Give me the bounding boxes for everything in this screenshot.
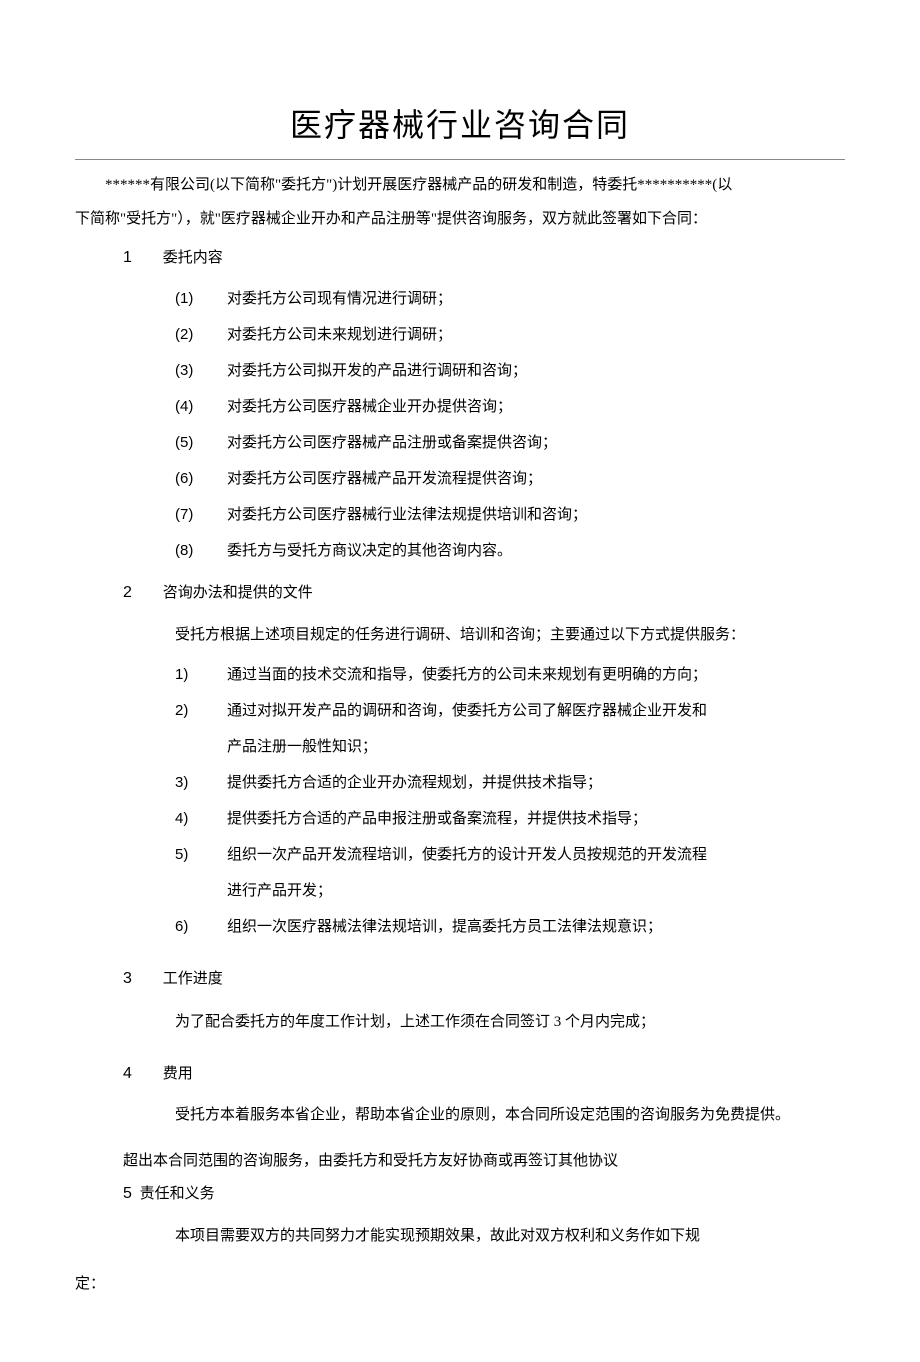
s1-item-7: (7)对委托方公司医疗器械行业法律法规提供培训和咨询； <box>75 497 845 533</box>
section-4-body2: 超出本合同范围的咨询服务，由委托方和受托方友好协商或再签订其他协议 <box>75 1145 845 1178</box>
section-3-num: 3 <box>123 961 159 996</box>
s1-item-1: (1)对委托方公司现有情况进行调研； <box>75 281 845 317</box>
s1-item-5-text: 对委托方公司医疗器械产品注册或备案提供咨询； <box>227 425 557 461</box>
s2-item-3-text: 提供委托方合适的企业开办流程规划，并提供技术指导； <box>227 765 602 801</box>
section-2-num: 2 <box>123 575 159 610</box>
title-divider <box>75 159 845 160</box>
s1-item-8-text: 委托方与受托方商议决定的其他咨询内容。 <box>227 533 512 569</box>
s1-item-8: (8)委托方与受托方商议决定的其他咨询内容。 <box>75 533 845 569</box>
section-4-header: 4 费用 <box>75 1056 845 1091</box>
s1-item-8-num: (8) <box>175 533 227 569</box>
s1-item-6: (6)对委托方公司医疗器械产品开发流程提供咨询； <box>75 461 845 497</box>
section-5-title: 责任和义务 <box>140 1186 215 1202</box>
section-2-header: 2 咨询办法和提供的文件 <box>75 575 845 610</box>
intro-line-1: ******有限公司(以下简称"委托方")计划开展医疗器械产品的研发和制造，特委… <box>75 170 845 200</box>
document-title: 医疗器械行业咨询合同 <box>75 100 845 151</box>
s2-item-4: 4)提供委托方合适的产品申报注册或备案流程，并提供技术指导； <box>75 801 845 837</box>
section-1-header: 1 委托内容 <box>75 240 845 275</box>
s2-item-5-text: 组织一次产品开发流程培训，使委托方的设计开发人员按规范的开发流程 <box>227 837 707 873</box>
s1-item-3: (3)对委托方公司拟开发的产品进行调研和咨询； <box>75 353 845 389</box>
s2-item-6: 6)组织一次医疗器械法律法规培训，提高委托方员工法律法规意识； <box>75 909 845 945</box>
section-4-num: 4 <box>123 1056 159 1091</box>
section-3-header: 3 工作进度 <box>75 961 845 996</box>
s2-item-6-text: 组织一次医疗器械法律法规培训，提高委托方员工法律法规意识； <box>227 909 662 945</box>
s1-item-6-text: 对委托方公司医疗器械产品开发流程提供咨询； <box>227 461 542 497</box>
s1-item-2: (2)对委托方公司未来规划进行调研； <box>75 317 845 353</box>
section-4: 4 费用 受托方本着服务本省企业，帮助本省企业的原则，本合同所设定范围的咨询服务… <box>75 1056 845 1178</box>
s2-item-6-num: 6) <box>175 909 227 945</box>
s1-item-4-num: (4) <box>175 389 227 425</box>
s2-item-1-num: 1) <box>175 657 227 693</box>
section-2-lead: 受托方根据上述项目规定的任务进行调研、培训和咨询；主要通过以下方式提供服务： <box>75 617 845 653</box>
s2-item-3: 3)提供委托方合适的企业开办流程规划，并提供技术指导； <box>75 765 845 801</box>
s1-item-7-text: 对委托方公司医疗器械行业法律法规提供培训和咨询； <box>227 497 587 533</box>
section-2-title: 咨询办法和提供的文件 <box>163 585 313 601</box>
section-5-cont: 定： <box>75 1266 845 1302</box>
s2-item-2-cont: 产品注册一般性知识； <box>75 729 845 765</box>
section-2: 2 咨询办法和提供的文件 受托方根据上述项目规定的任务进行调研、培训和咨询；主要… <box>75 575 845 944</box>
s2-item-1-text: 通过当面的技术交流和指导，使委托方的公司未来规划有更明确的方向； <box>227 657 707 693</box>
section-3-title: 工作进度 <box>163 971 223 987</box>
section-1-num: 1 <box>123 240 159 275</box>
s1-item-3-text: 对委托方公司拟开发的产品进行调研和咨询； <box>227 353 527 389</box>
s2-item-2-text: 通过对拟开发产品的调研和咨询，使委托方公司了解医疗器械企业开发和 <box>227 693 707 729</box>
s1-item-4: (4)对委托方公司医疗器械企业开办提供咨询； <box>75 389 845 425</box>
s1-item-1-num: (1) <box>175 281 227 317</box>
s1-item-6-num: (6) <box>175 461 227 497</box>
section-1-title: 委托内容 <box>163 250 223 266</box>
s1-item-2-num: (2) <box>175 317 227 353</box>
s2-item-5-num: 5) <box>175 837 227 873</box>
s2-item-2-num: 2) <box>175 693 227 729</box>
s1-item-4-text: 对委托方公司医疗器械企业开办提供咨询； <box>227 389 512 425</box>
s2-item-4-num: 4) <box>175 801 227 837</box>
s1-item-1-text: 对委托方公司现有情况进行调研； <box>227 281 452 317</box>
section-5-body: 本项目需要双方的共同努力才能实现预期效果，故此对双方权利和义务作如下规 <box>75 1218 845 1254</box>
section-4-title: 费用 <box>163 1066 193 1082</box>
s1-item-5-num: (5) <box>175 425 227 461</box>
s2-item-3-num: 3) <box>175 765 227 801</box>
s1-item-2-text: 对委托方公司未来规划进行调研； <box>227 317 452 353</box>
intro-line-2: 下简称"受托方"），就"医疗器械企业开办和产品注册等"提供咨询服务，双方就此签署… <box>75 204 845 234</box>
s2-item-1: 1)通过当面的技术交流和指导，使委托方的公司未来规划有更明确的方向； <box>75 657 845 693</box>
section-5-header: 5 责任和义务 <box>75 1178 845 1210</box>
s2-item-5-cont: 进行产品开发； <box>75 873 845 909</box>
section-3: 3 工作进度 为了配合委托方的年度工作计划，上述工作须在合同签订 3 个月内完成… <box>75 961 845 1040</box>
section-4-body1: 受托方本着服务本省企业，帮助本省企业的原则，本合同所设定范围的咨询服务为免费提供… <box>75 1097 845 1133</box>
s1-item-3-num: (3) <box>175 353 227 389</box>
s1-item-7-num: (7) <box>175 497 227 533</box>
s2-item-5: 5)组织一次产品开发流程培训，使委托方的设计开发人员按规范的开发流程 <box>75 837 845 873</box>
s2-item-4-text: 提供委托方合适的产品申报注册或备案流程，并提供技术指导； <box>227 801 647 837</box>
s1-item-5: (5)对委托方公司医疗器械产品注册或备案提供咨询； <box>75 425 845 461</box>
section-3-body: 为了配合委托方的年度工作计划，上述工作须在合同签订 3 个月内完成； <box>75 1004 845 1040</box>
section-5-num: 5 <box>123 1185 132 1202</box>
section-1: 1 委托内容 (1)对委托方公司现有情况进行调研； (2)对委托方公司未来规划进… <box>75 240 845 569</box>
s2-item-2: 2)通过对拟开发产品的调研和咨询，使委托方公司了解医疗器械企业开发和 <box>75 693 845 729</box>
